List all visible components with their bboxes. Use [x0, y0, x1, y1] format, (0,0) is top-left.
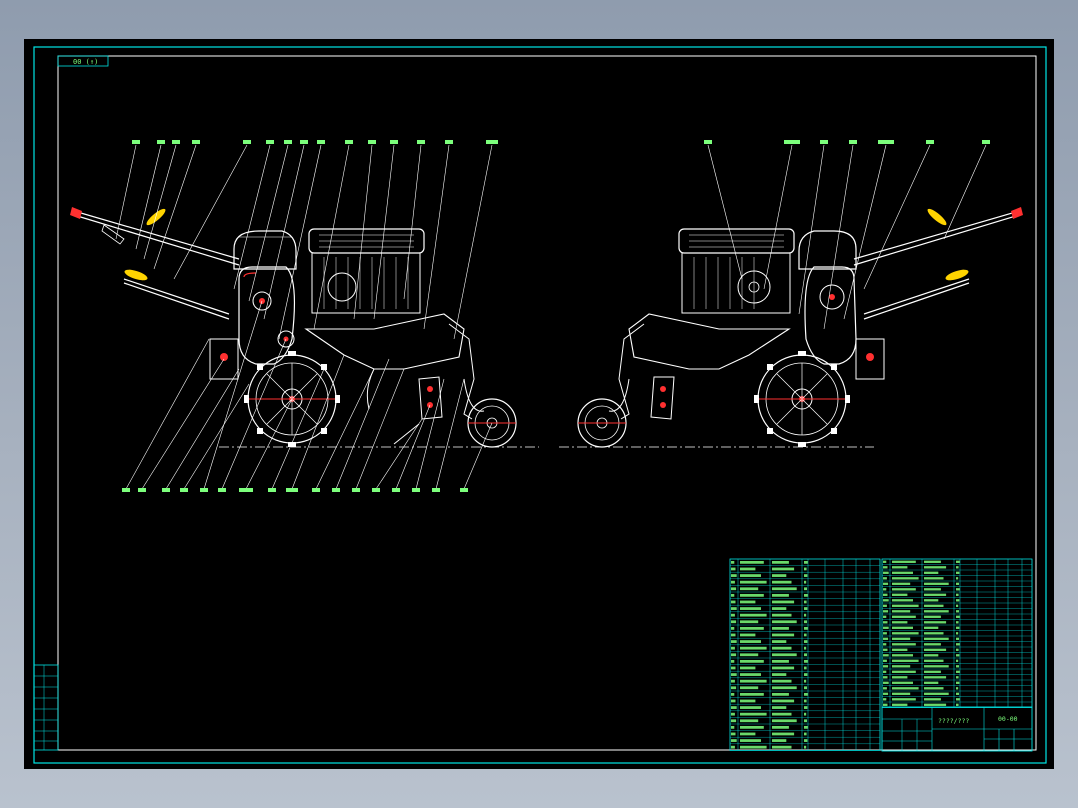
- sheet-code: 00 (↑): [73, 58, 98, 66]
- right-side-view: [559, 140, 1023, 448]
- left-side-view: [70, 140, 539, 492]
- parts-list-left: [729, 558, 881, 751]
- parts-list-right: [881, 558, 1033, 708]
- left-stamp-strip: [33, 664, 59, 751]
- drawing-number: 00-00: [998, 715, 1018, 723]
- cad-drawing-viewport[interactable]: 00 (↑) ????/??? 00-00: [24, 39, 1054, 769]
- title-block: [881, 706, 1033, 752]
- drawing-name: ????/???: [938, 717, 969, 725]
- inner-frame: [57, 55, 1037, 751]
- assembly-drawing: 00 (↑) ????/??? 00-00: [33, 46, 1047, 764]
